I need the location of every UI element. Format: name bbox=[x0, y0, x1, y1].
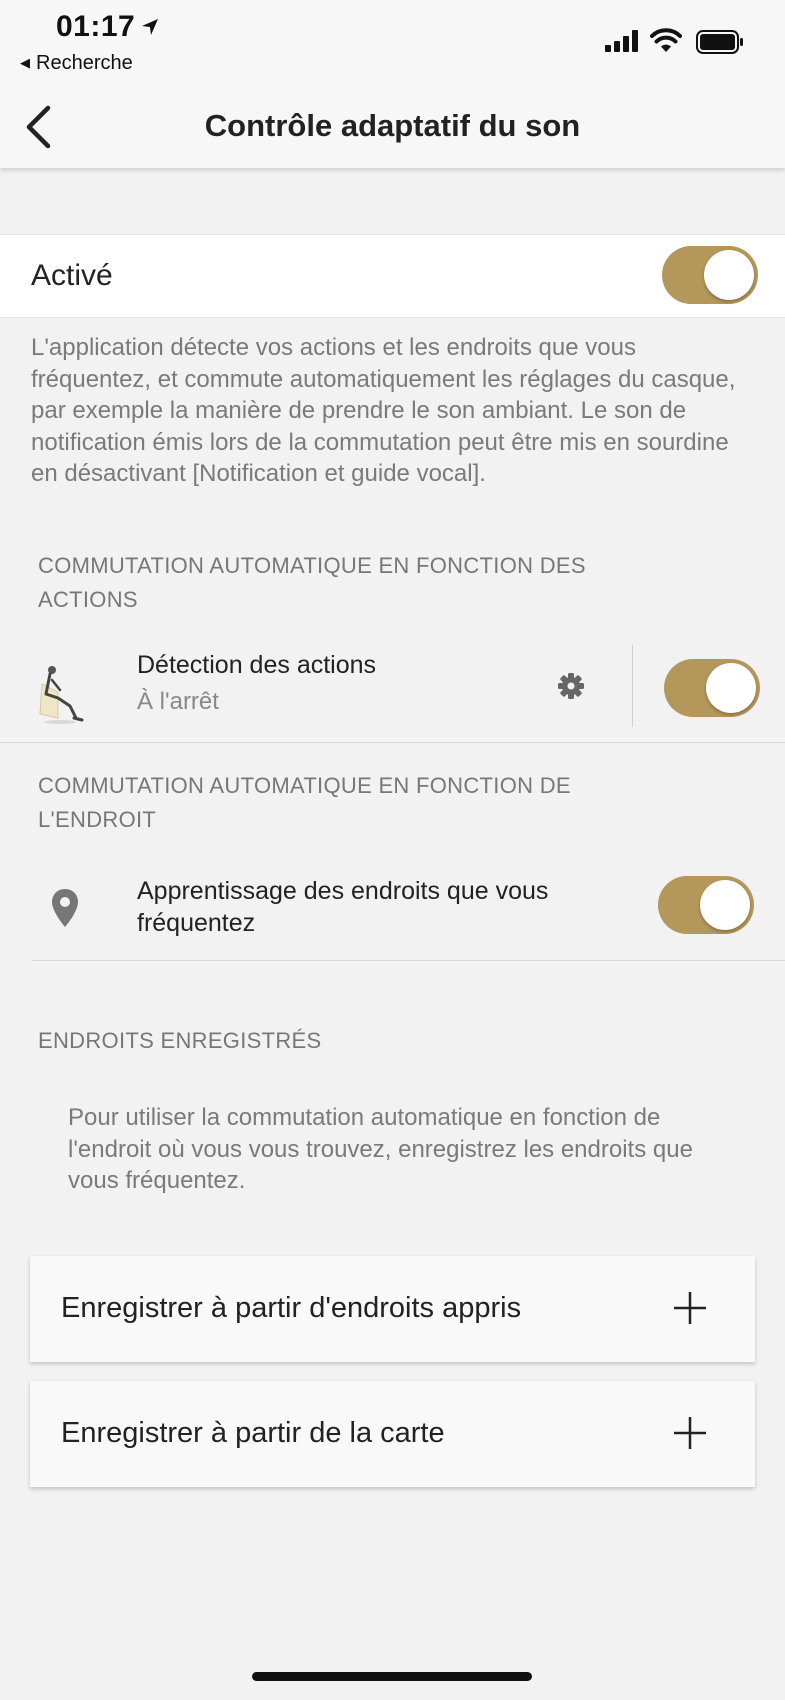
action-detection-toggle[interactable] bbox=[664, 659, 760, 717]
activated-label: Activé bbox=[31, 259, 113, 292]
location-pin-icon bbox=[52, 889, 78, 927]
action-detection-title: Détection des actions bbox=[137, 651, 377, 679]
status-time: 01:17 bbox=[56, 10, 136, 43]
divider bbox=[31, 960, 785, 961]
register-from-map-label: Enregistrer à partir de la carte bbox=[61, 1417, 445, 1449]
description-text: L'application détecte vos actions et les… bbox=[31, 334, 736, 487]
location-learning-title: Apprentissage des endroits que vous fréq… bbox=[137, 877, 549, 937]
toggle-knob bbox=[706, 663, 756, 713]
saved-places-info: Pour utiliser la commutation automatique… bbox=[68, 1104, 693, 1194]
home-indicator[interactable] bbox=[252, 1672, 532, 1681]
register-from-learned-button[interactable]: Enregistrer à partir d'endroits appris bbox=[30, 1256, 755, 1362]
page-title: Contrôle adaptatif du son bbox=[204, 108, 581, 143]
location-arrow-icon bbox=[142, 19, 158, 35]
location-learning-toggle[interactable] bbox=[658, 876, 754, 934]
back-to-app-link[interactable]: ◀ Recherche bbox=[20, 52, 133, 75]
action-detection-status: À l'arrêt bbox=[137, 688, 219, 715]
section-header-saved: ENDROITS ENREGISTRÉS bbox=[38, 1028, 322, 1053]
seated-person-icon bbox=[39, 666, 84, 724]
divider bbox=[0, 742, 785, 743]
section-header-location: COMMUTATION AUTOMATIQUE EN FONCTION DE L… bbox=[38, 773, 571, 832]
nav-bar: Contrôle adaptatif du son bbox=[0, 84, 785, 168]
gear-icon[interactable] bbox=[557, 672, 585, 700]
back-triangle-icon: ◀ bbox=[20, 55, 30, 70]
toggle-knob bbox=[700, 880, 750, 930]
section-header-actions: COMMUTATION AUTOMATIQUE EN FONCTION DES … bbox=[38, 553, 586, 612]
wifi-icon bbox=[650, 28, 682, 52]
plus-icon bbox=[674, 1292, 706, 1324]
activated-toggle[interactable] bbox=[662, 246, 758, 304]
vertical-divider bbox=[632, 645, 633, 727]
battery-icon bbox=[696, 30, 743, 54]
status-bar: 01:17 ◀ Recherche bbox=[0, 0, 785, 84]
signal-icon bbox=[605, 30, 638, 52]
register-from-map-button[interactable]: Enregistrer à partir de la carte bbox=[30, 1381, 755, 1487]
back-app-label: Recherche bbox=[36, 52, 133, 74]
plus-icon bbox=[674, 1417, 706, 1449]
activated-row: Activé bbox=[0, 234, 785, 318]
register-from-learned-label: Enregistrer à partir d'endroits appris bbox=[61, 1292, 522, 1324]
toggle-knob bbox=[704, 250, 754, 300]
